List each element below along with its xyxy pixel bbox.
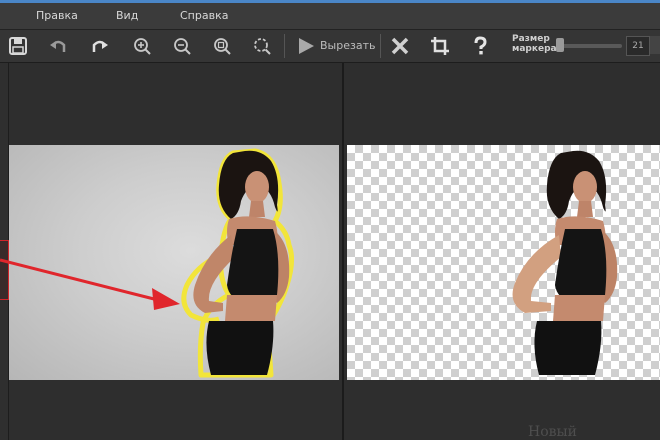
face	[245, 171, 269, 203]
result-image[interactable]	[347, 145, 660, 380]
black-shorts	[206, 321, 274, 375]
crop-icon	[431, 37, 449, 55]
slider-handle[interactable]	[556, 38, 564, 52]
close-icon	[391, 37, 409, 55]
zoom-fit-icon	[254, 38, 271, 55]
marker-size-slider[interactable]	[556, 44, 622, 48]
cut-label[interactable]: Вырезать	[320, 39, 375, 52]
play-icon	[299, 38, 314, 54]
redo-icon	[92, 40, 108, 52]
zoom-out-button[interactable]	[170, 34, 194, 58]
close-button[interactable]	[388, 34, 412, 58]
menu-bar: Правка Вид Справка	[0, 3, 660, 30]
menu-help[interactable]: Справка	[180, 9, 228, 22]
black-top	[227, 229, 279, 303]
toolbar-separator	[380, 34, 381, 58]
save-icon	[9, 37, 27, 55]
red-arrow-annotation	[0, 258, 180, 310]
save-button[interactable]	[6, 34, 30, 58]
undo-icon	[50, 40, 66, 52]
zoom-actual-button[interactable]	[210, 34, 234, 58]
zoom-fit-button[interactable]	[250, 34, 274, 58]
crop-button[interactable]	[428, 34, 452, 58]
zoom-out-icon	[174, 38, 191, 55]
play-button[interactable]	[294, 34, 318, 58]
menu-view[interactable]: Вид	[116, 9, 138, 22]
marker-label-line1: Размер	[512, 34, 550, 44]
menu-edit[interactable]: Правка	[36, 9, 78, 22]
marker-size-label: Размер маркера	[512, 34, 557, 54]
woman-photo-cutout	[512, 150, 618, 375]
toolbar-separator	[284, 34, 285, 58]
zoom-in-button[interactable]	[130, 34, 154, 58]
marker-size-spinner[interactable]	[650, 36, 660, 54]
undo-button[interactable]	[46, 34, 70, 58]
marker-label-line2: маркера	[512, 44, 557, 54]
redo-button[interactable]	[88, 34, 112, 58]
watermark-text: Новый	[528, 424, 577, 440]
zoom-in-icon	[134, 38, 151, 55]
marker-size-value[interactable]: 21	[626, 36, 650, 56]
help-button[interactable]	[468, 34, 492, 58]
help-icon	[474, 36, 487, 55]
zoom-actual-icon	[214, 38, 231, 55]
